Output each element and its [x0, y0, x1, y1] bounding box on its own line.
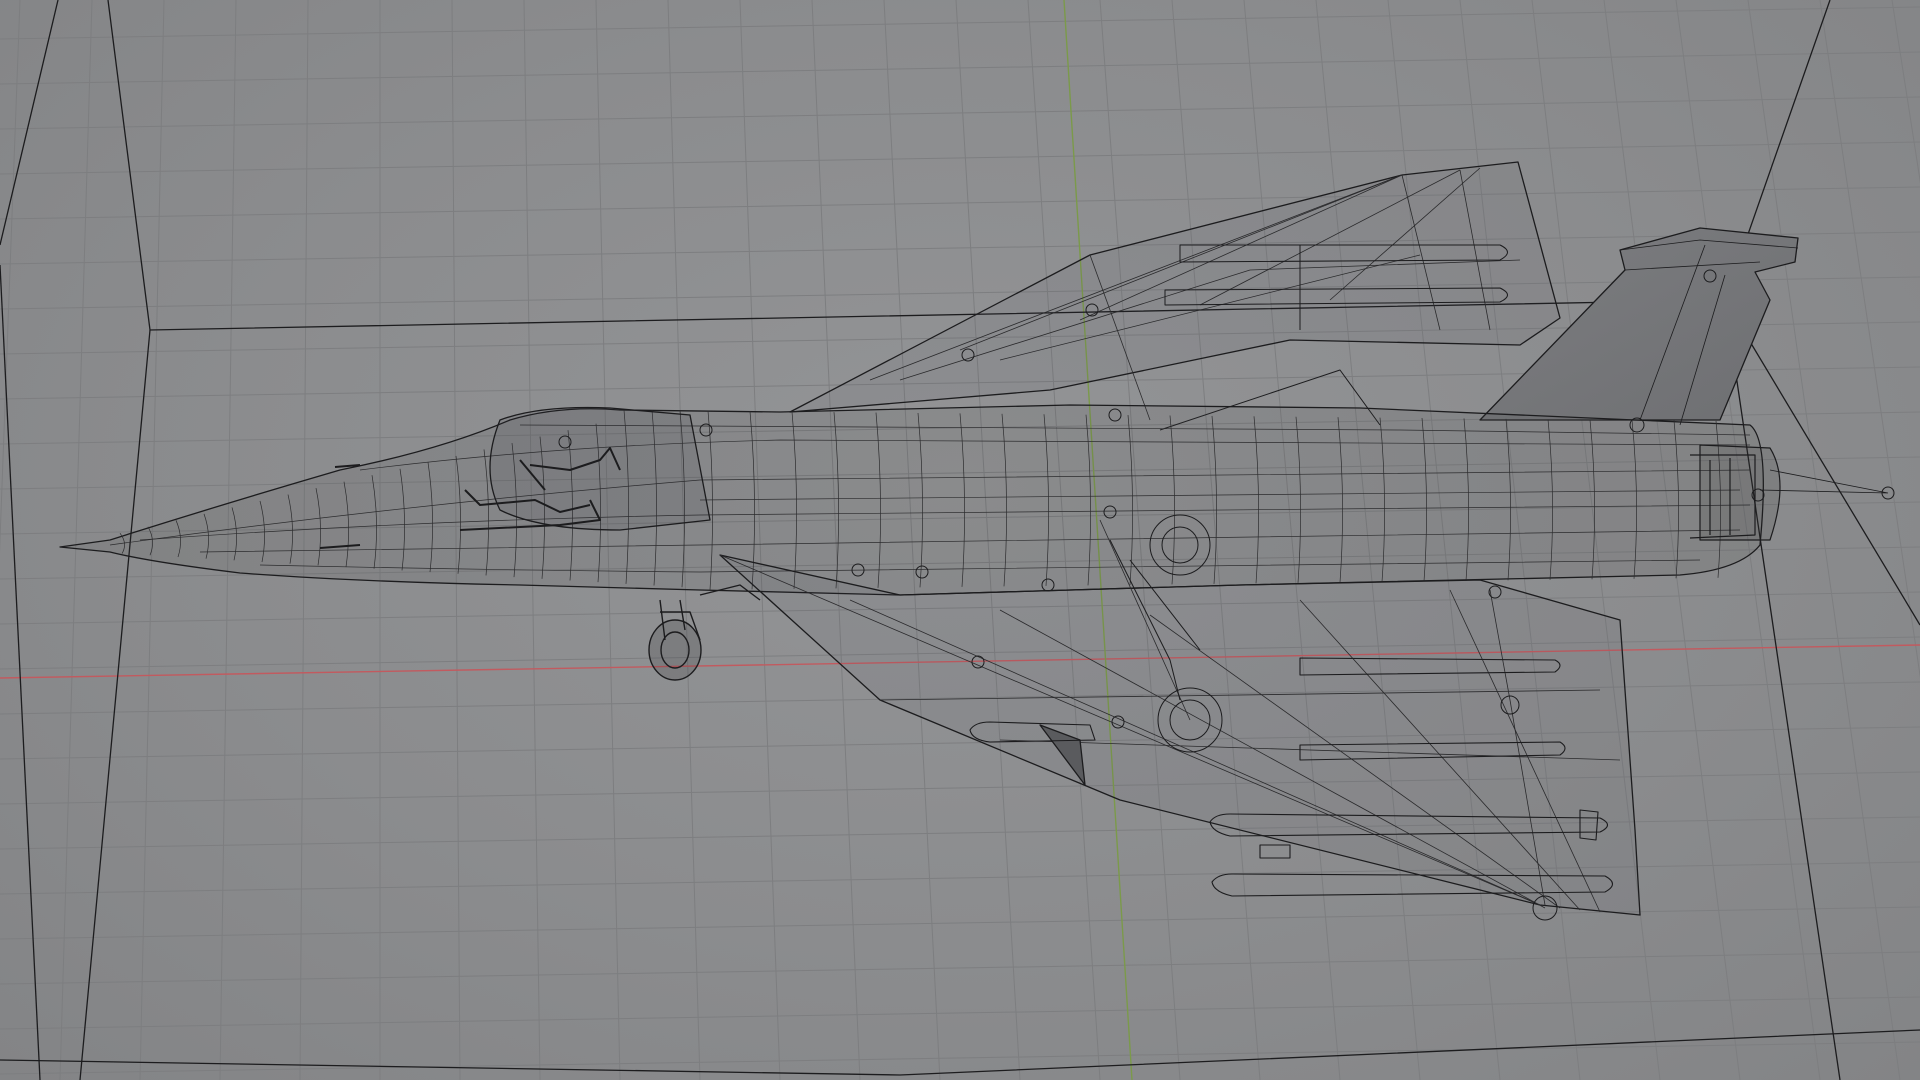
- grid-line: [1747, 0, 1901, 1080]
- grid-line: [1891, 0, 1920, 184]
- aircraft-wireframe[interactable]: [59, 161, 1895, 921]
- lower-wing: [719, 554, 1641, 916]
- viewport-canvas[interactable]: [0, 0, 1920, 1080]
- grid-line: [0, 1041, 1920, 1075]
- grid-line: [0, 51, 1920, 85]
- 3d-viewport[interactable]: [0, 0, 1920, 1080]
- grid-line: [0, 141, 1920, 175]
- grid-line: [0, 0, 21, 554]
- engine-nozzle: [1689, 444, 1781, 541]
- grid-line: [0, 186, 1920, 220]
- grid-line: [0, 6, 1920, 40]
- grid-line: [0, 96, 1920, 130]
- grid-line: [0, 951, 1920, 985]
- canopy: [489, 406, 711, 531]
- grid-line: [0, 996, 1920, 1030]
- grid-line: [1819, 0, 1920, 679]
- grid-line: [59, 0, 93, 1080]
